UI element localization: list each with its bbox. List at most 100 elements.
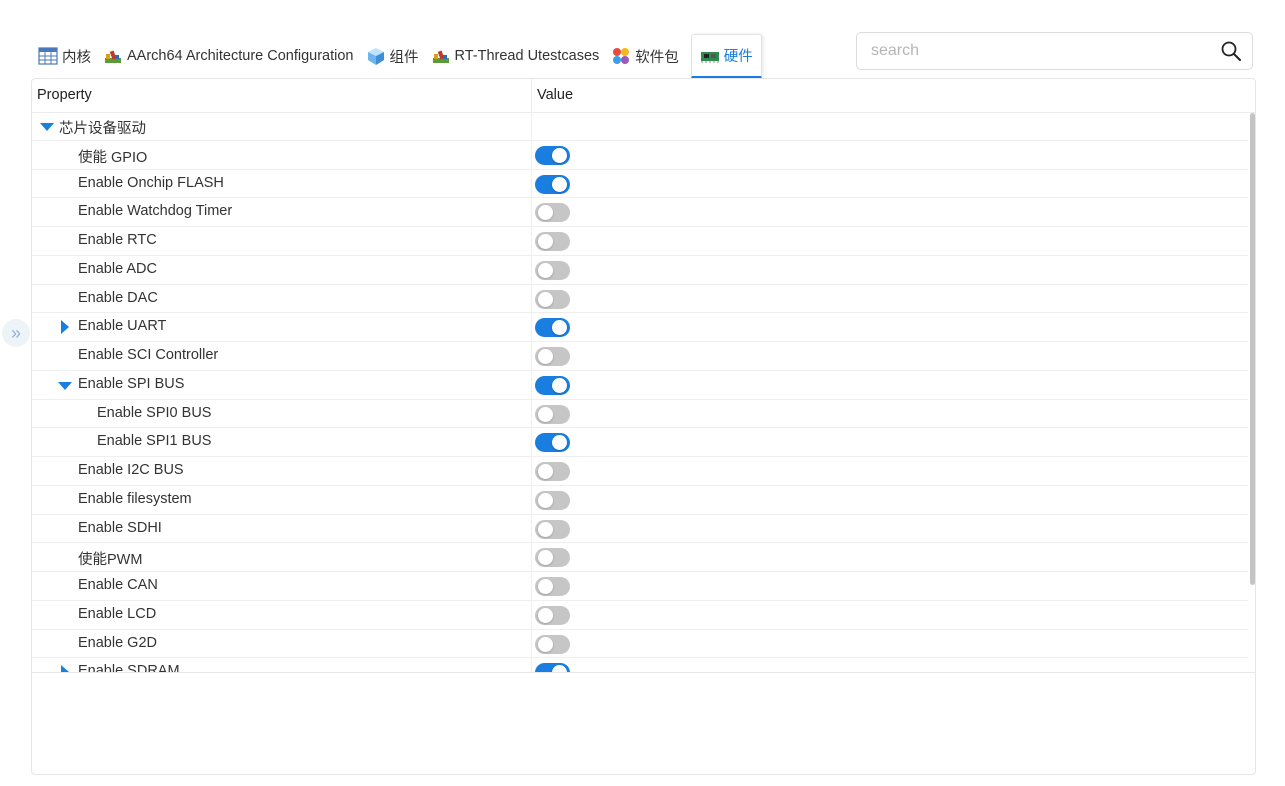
value-column-header: Value	[537, 87, 574, 103]
table-row[interactable]: Enable DAC	[32, 284, 1248, 314]
property-label: Enable DAC	[78, 289, 158, 306]
table-row[interactable]: Enable SPI1 BUS	[32, 428, 1248, 457]
toggle-knob	[538, 607, 553, 623]
toggle-knob	[538, 579, 553, 594]
property-label: Enable SDRAM	[78, 663, 180, 672]
table-row[interactable]: 芯片设备驱动	[32, 112, 1248, 141]
cell-divider	[531, 112, 532, 140]
tab-kernel[interactable]: 内核	[32, 34, 97, 78]
expand-arrow-icon[interactable]	[61, 665, 69, 672]
cell-divider	[531, 600, 532, 629]
column-divider[interactable]	[531, 79, 532, 112]
tab-packages[interactable]: 软件包	[605, 34, 685, 78]
toggle-switch[interactable]	[535, 519, 570, 539]
table-row[interactable]: Enable SDHI	[32, 514, 1248, 544]
toggle-switch[interactable]	[535, 404, 570, 424]
cell-divider	[531, 313, 532, 341]
toggle-knob	[552, 147, 567, 163]
toggle-switch[interactable]	[535, 260, 570, 280]
collapse-arrow-icon[interactable]	[40, 123, 54, 131]
property-label: Enable Watchdog Timer	[78, 203, 233, 220]
table-row[interactable]: Enable SCI Controller	[32, 342, 1248, 371]
table-row[interactable]: Enable SDRAM	[32, 658, 1248, 672]
toggle-switch[interactable]	[535, 490, 570, 510]
toggle-knob	[538, 234, 553, 249]
toggle-switch[interactable]	[535, 548, 570, 568]
tab-utestcases[interactable]: RT-Thread Utestcases	[425, 34, 606, 78]
toggle-knob	[552, 320, 567, 336]
toggle-knob	[538, 262, 553, 278]
toggle-knob	[538, 521, 553, 537]
grid-footer-divider	[32, 672, 1255, 673]
table-row[interactable]: Enable G2D	[32, 629, 1248, 659]
toggle-switch[interactable]	[535, 375, 570, 395]
toggle-knob	[538, 406, 553, 422]
cell-divider	[531, 370, 532, 399]
tab-aarch64-config[interactable]: AArch64 Architecture Configuration	[97, 34, 360, 78]
search-icon[interactable]	[1220, 40, 1242, 62]
table-row[interactable]: Enable I2C BUS	[32, 457, 1248, 486]
table-row[interactable]: Enable SPI0 BUS	[32, 399, 1248, 429]
property-label: Enable RTC	[78, 232, 157, 248]
property-label: Enable SCI Controller	[78, 347, 219, 363]
double-chevron-right-icon: »	[10, 322, 21, 343]
packages-icon	[611, 46, 631, 66]
toggle-switch[interactable]	[535, 462, 570, 481]
tab-components[interactable]: 组件	[360, 34, 425, 78]
toggle-switch[interactable]	[535, 232, 570, 251]
vertical-scrollbar[interactable]	[1250, 113, 1255, 585]
sidebar-expand-button[interactable]: »	[2, 319, 30, 347]
tab-hardware[interactable]: 硬件	[690, 34, 762, 78]
property-label: Enable CAN	[78, 577, 158, 593]
property-label: Enable SPI0 BUS	[97, 404, 212, 421]
table-row[interactable]: Enable RTC	[32, 227, 1248, 256]
cell-divider	[531, 629, 532, 658]
toggle-switch[interactable]	[535, 663, 570, 672]
grid-header: Property Value	[32, 79, 1255, 113]
search-input[interactable]	[857, 34, 1220, 68]
table-row[interactable]: 使能 GPIO	[32, 140, 1248, 170]
property-label: Enable SDHI	[78, 519, 162, 536]
table-row[interactable]: Enable UART	[32, 313, 1248, 342]
cell-divider	[531, 514, 532, 543]
toggle-switch[interactable]	[535, 605, 570, 625]
property-label: Enable UART	[78, 318, 167, 335]
property-label: 芯片设备驱动	[59, 121, 146, 137]
cell-divider	[531, 198, 532, 226]
tab-label: 内核	[62, 49, 91, 66]
cell-divider	[531, 169, 532, 198]
property-label: Enable I2C BUS	[78, 462, 184, 478]
table-row[interactable]: Enable CAN	[32, 572, 1248, 601]
toggle-switch[interactable]	[535, 174, 570, 194]
toggle-switch[interactable]	[535, 577, 570, 596]
toggle-switch[interactable]	[535, 289, 570, 309]
cell-divider	[531, 284, 532, 313]
property-column-header: Property	[37, 87, 92, 103]
table-row[interactable]: Enable Watchdog Timer	[32, 198, 1248, 227]
toggle-switch[interactable]	[535, 203, 570, 223]
tab-label: AArch64 Architecture Configuration	[127, 48, 354, 64]
toggle-switch[interactable]	[535, 634, 570, 654]
tab-label: 硬件	[723, 49, 753, 65]
property-label: 使能 GPIO	[78, 149, 148, 166]
collapse-arrow-icon[interactable]	[58, 381, 72, 390]
toggle-switch[interactable]	[535, 145, 570, 165]
toggle-knob	[538, 550, 553, 566]
table-row[interactable]: Enable SPI BUS	[32, 370, 1248, 400]
toggle-switch[interactable]	[535, 347, 570, 366]
table-row[interactable]: 使能PWM	[32, 543, 1248, 572]
table-row[interactable]: Enable LCD	[32, 600, 1248, 630]
toggle-switch[interactable]	[535, 433, 570, 453]
toggle-knob	[538, 492, 553, 508]
expand-arrow-icon[interactable]	[61, 320, 69, 335]
table-row[interactable]: Enable filesystem	[32, 485, 1248, 515]
cell-divider	[531, 485, 532, 514]
tab-label: RT-Thread Utestcases	[454, 48, 600, 64]
board-icon	[700, 46, 720, 66]
cell-divider	[531, 457, 532, 485]
table-row[interactable]: Enable Onchip FLASH	[32, 169, 1248, 199]
cell-divider	[531, 572, 532, 600]
table-row[interactable]: Enable ADC	[32, 255, 1248, 285]
toggle-switch[interactable]	[535, 318, 570, 338]
toggle-knob	[538, 464, 553, 479]
